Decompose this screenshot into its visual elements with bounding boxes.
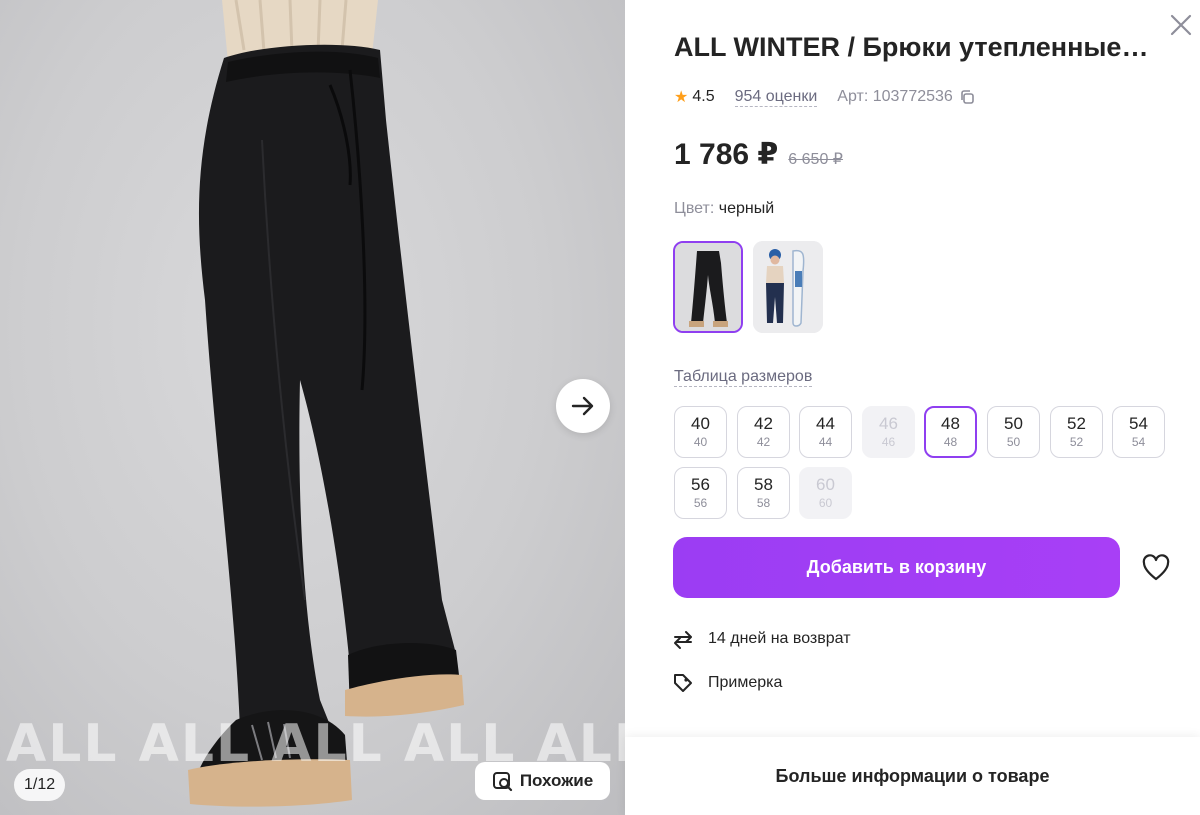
- arrow-right-icon: [571, 396, 594, 416]
- return-icon: [674, 631, 692, 649]
- size-ru: 54: [1131, 435, 1146, 449]
- product-gallery[interactable]: ALL ALL ALL ALL ALL ALL ALL 1/12 Похожие: [0, 0, 625, 815]
- swatch-navy-thumbnail: [753, 241, 823, 333]
- size-option-42[interactable]: 42 42: [737, 406, 790, 458]
- fitting-option: Примерка: [672, 672, 782, 694]
- search-similar-icon: [492, 772, 512, 792]
- photo-counter: 1/12: [14, 769, 66, 801]
- size-option-50[interactable]: 50 50: [987, 406, 1040, 458]
- current-price: 1 786 ₽: [674, 138, 779, 171]
- size-option-58[interactable]: 58 58: [737, 467, 790, 519]
- size-number: 54: [1129, 414, 1148, 433]
- size-number: 58: [754, 475, 773, 494]
- size-option-46: 46 46: [862, 406, 915, 458]
- color-row: Цвет: черный: [674, 200, 774, 218]
- size-option-56[interactable]: 56 56: [674, 467, 727, 519]
- size-option-52[interactable]: 52 52: [1050, 406, 1103, 458]
- reviews-link[interactable]: 954 оценки: [734, 88, 818, 107]
- size-option-40[interactable]: 40 40: [674, 406, 727, 458]
- rating-value: 4.5: [692, 88, 715, 105]
- color-swatch-navy[interactable]: [753, 241, 823, 333]
- similar-products-label: Похожие: [519, 771, 594, 790]
- product-meta: ★ 4.5 954 оценки Арт: 103772536: [674, 86, 975, 108]
- price-row: 1 786 ₽ 6 650 ₽: [674, 137, 843, 172]
- size-ru: 52: [1069, 435, 1084, 449]
- old-price: 6 650 ₽: [788, 151, 843, 168]
- size-number: 44: [816, 414, 835, 433]
- color-label: Цвет:: [674, 200, 715, 217]
- article-number: Арт: 103772536: [837, 88, 953, 105]
- size-ru: 60: [818, 496, 833, 510]
- heart-icon[interactable]: [1141, 553, 1171, 583]
- product-title: ALL WINTER / Брюки утепленные…: [674, 32, 1149, 62]
- similar-products-button[interactable]: Похожие: [475, 762, 610, 800]
- size-ru: 58: [756, 496, 771, 510]
- color-swatch-black[interactable]: [673, 241, 743, 333]
- size-number: 42: [754, 414, 773, 433]
- tag-icon: [674, 674, 692, 692]
- size-number: 52: [1067, 414, 1086, 433]
- size-option-54[interactable]: 54 54: [1112, 406, 1165, 458]
- size-ru: 42: [756, 435, 771, 449]
- close-icon[interactable]: [1168, 12, 1194, 38]
- return-policy: 14 дней на возврат: [672, 628, 851, 650]
- size-number: 60: [816, 475, 835, 494]
- size-option-48[interactable]: 48 48: [924, 406, 977, 458]
- copy-icon[interactable]: [959, 89, 975, 105]
- size-ru: 44: [818, 435, 833, 449]
- size-number: 40: [691, 414, 710, 433]
- add-to-cart-button[interactable]: Добавить в корзину: [673, 537, 1120, 598]
- next-photo-button[interactable]: [556, 379, 610, 433]
- size-table-link[interactable]: Таблица размеров: [674, 368, 813, 387]
- size-ru: 48: [943, 435, 958, 449]
- return-policy-text: 14 дней на возврат: [708, 630, 851, 647]
- size-ru: 40: [693, 435, 708, 449]
- size-number: 50: [1004, 414, 1023, 433]
- more-info-button[interactable]: Больше информации о товаре: [625, 737, 1200, 815]
- size-number: 46: [879, 414, 898, 433]
- star-icon: ★: [674, 89, 689, 106]
- color-value: черный: [718, 200, 775, 217]
- size-ru: 56: [693, 496, 708, 510]
- size-option-44[interactable]: 44 44: [799, 406, 852, 458]
- size-number: 48: [941, 414, 960, 433]
- size-option-60: 60 60: [799, 467, 852, 519]
- size-ru: 50: [1006, 435, 1021, 449]
- product-photo: [188, 0, 464, 807]
- size-ru: 46: [881, 435, 896, 449]
- swatch-black-thumbnail: [675, 243, 741, 331]
- fitting-text: Примерка: [708, 674, 783, 691]
- size-number: 56: [691, 475, 710, 494]
